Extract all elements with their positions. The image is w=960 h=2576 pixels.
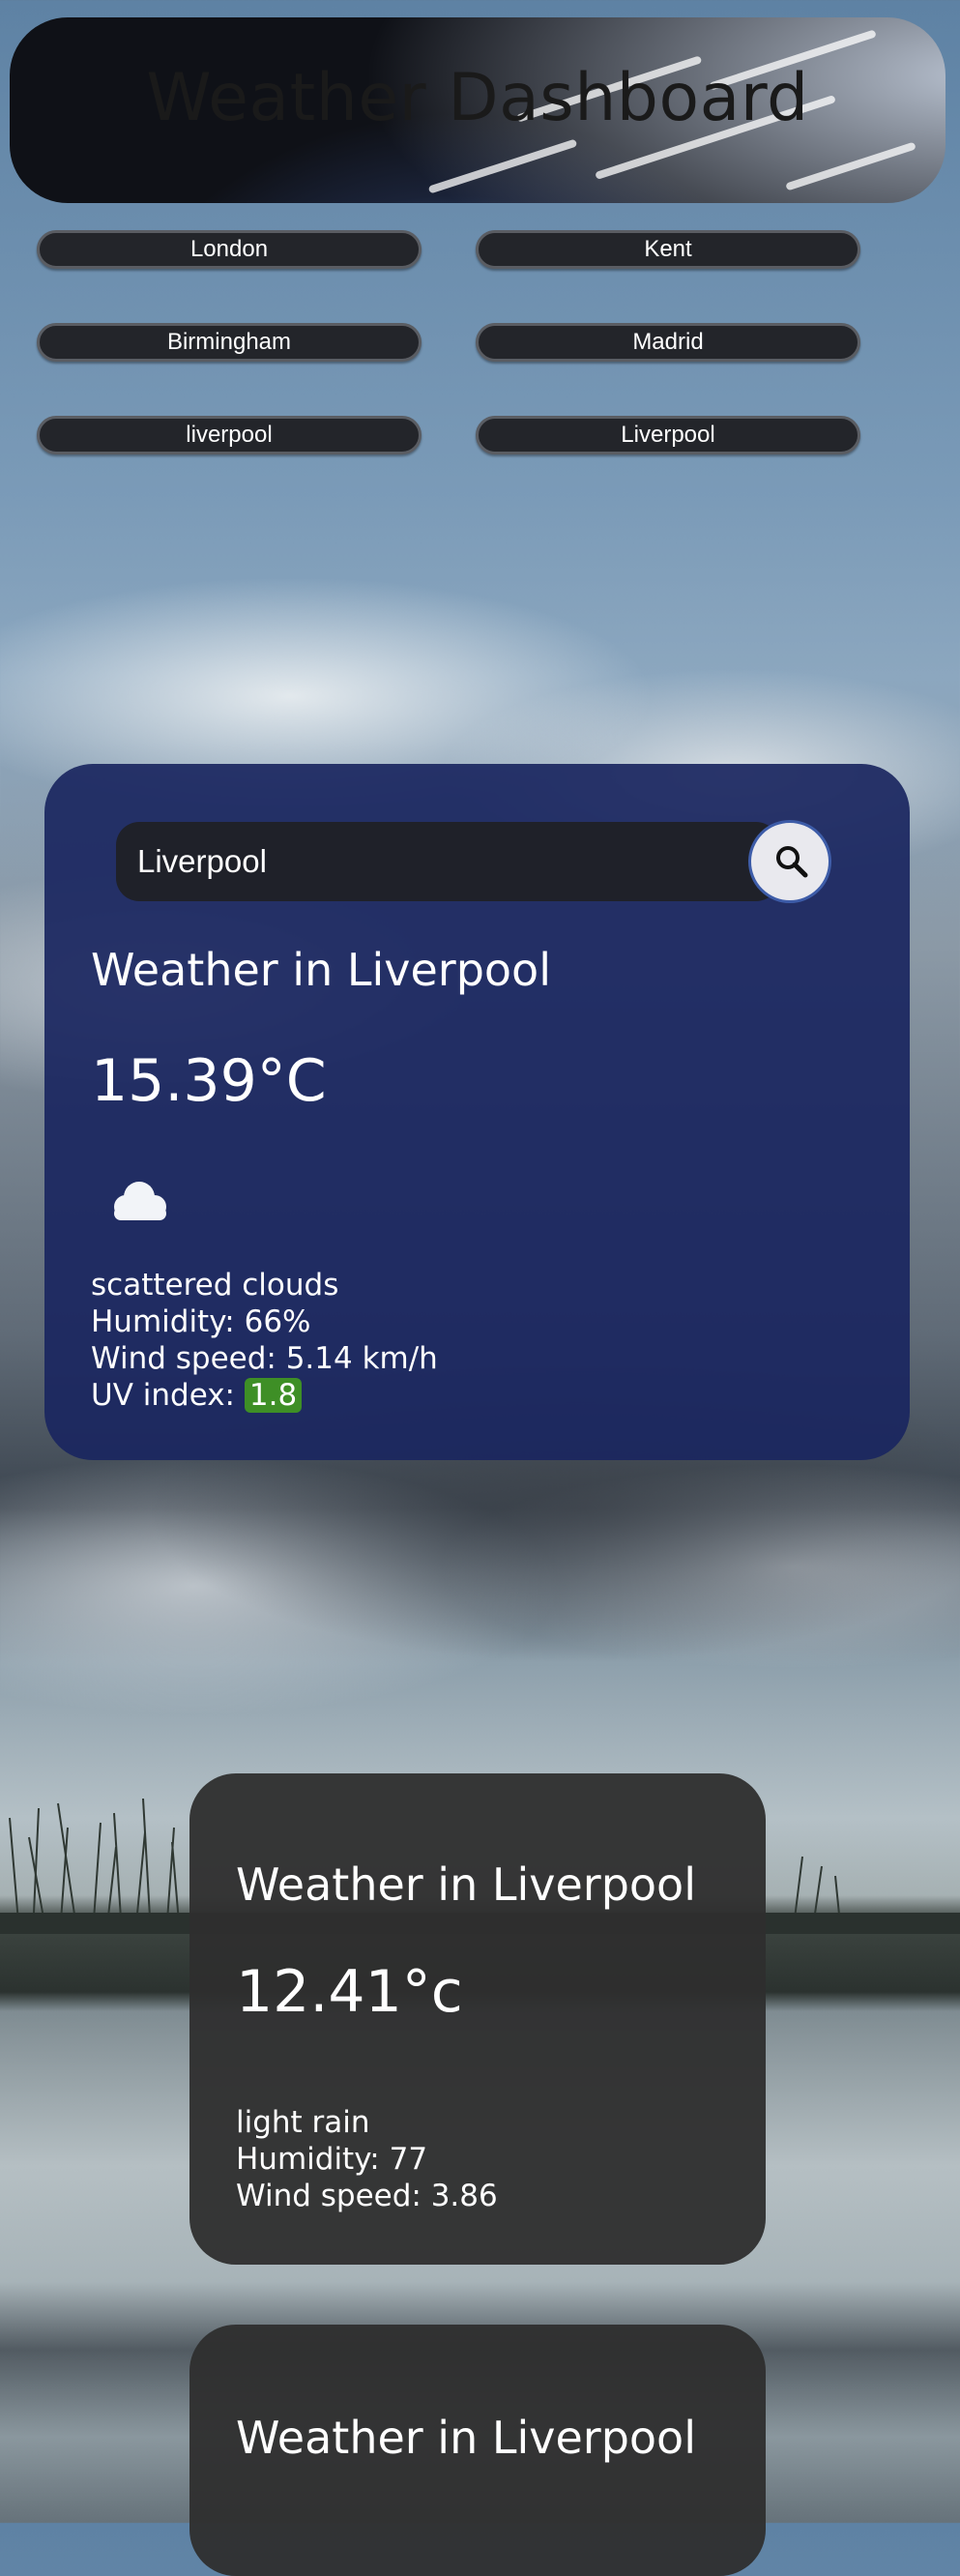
city-button-liverpool-lowercase[interactable]: liverpool (37, 416, 422, 454)
forecast-card: Weather in Liverpool 12.41°c light rain … (189, 1773, 766, 2265)
city-button-liverpool[interactable]: Liverpool (476, 416, 860, 454)
city-button-kent[interactable]: Kent (476, 230, 860, 269)
page-title: Weather Dashboard (146, 60, 809, 136)
cloud-icon (114, 1182, 166, 1220)
wind-speed-value: Wind speed: 5.14 km/h (91, 1341, 438, 1376)
humidity-value: Humidity: 66% (91, 1304, 311, 1339)
search-button[interactable] (748, 820, 831, 903)
forecast-temperature: 12.41°c (236, 1958, 463, 2026)
forecast-humidity: Humidity: 77 (236, 2142, 428, 2177)
current-weather-title: Weather in Liverpool (91, 944, 551, 996)
uv-index-label: UV index: (91, 1378, 236, 1413)
forecast-title: Weather in Liverpool (236, 2412, 696, 2464)
current-temperature: 15.39°C (91, 1047, 327, 1115)
header-banner: Weather Dashboard (10, 17, 945, 203)
forecast-wind-speed: Wind speed: 3.86 (236, 2179, 498, 2213)
city-button-birmingham[interactable]: Birmingham (37, 323, 422, 362)
city-button-london[interactable]: London (37, 230, 422, 269)
uv-index-row: UV index: 1.8 (91, 1377, 438, 1414)
forecast-card: Weather in Liverpool (189, 2325, 766, 2576)
search-icon (776, 846, 808, 878)
forecast-title: Weather in Liverpool (236, 1859, 696, 1911)
search-input[interactable]: Liverpool (116, 822, 779, 901)
current-weather-card: Liverpool Weather in Liverpool 15.39°C s… (44, 764, 910, 1460)
forecast-description: light rain (236, 2105, 370, 2140)
city-button-madrid[interactable]: Madrid (476, 323, 860, 362)
forecast-details: light rain Humidity: 77 Wind speed: 3.86 (236, 2104, 498, 2214)
uv-index-badge: 1.8 (244, 1378, 303, 1413)
weather-description: scattered clouds (91, 1268, 339, 1303)
current-weather-details: scattered clouds Humidity: 66% Wind spee… (91, 1267, 438, 1414)
